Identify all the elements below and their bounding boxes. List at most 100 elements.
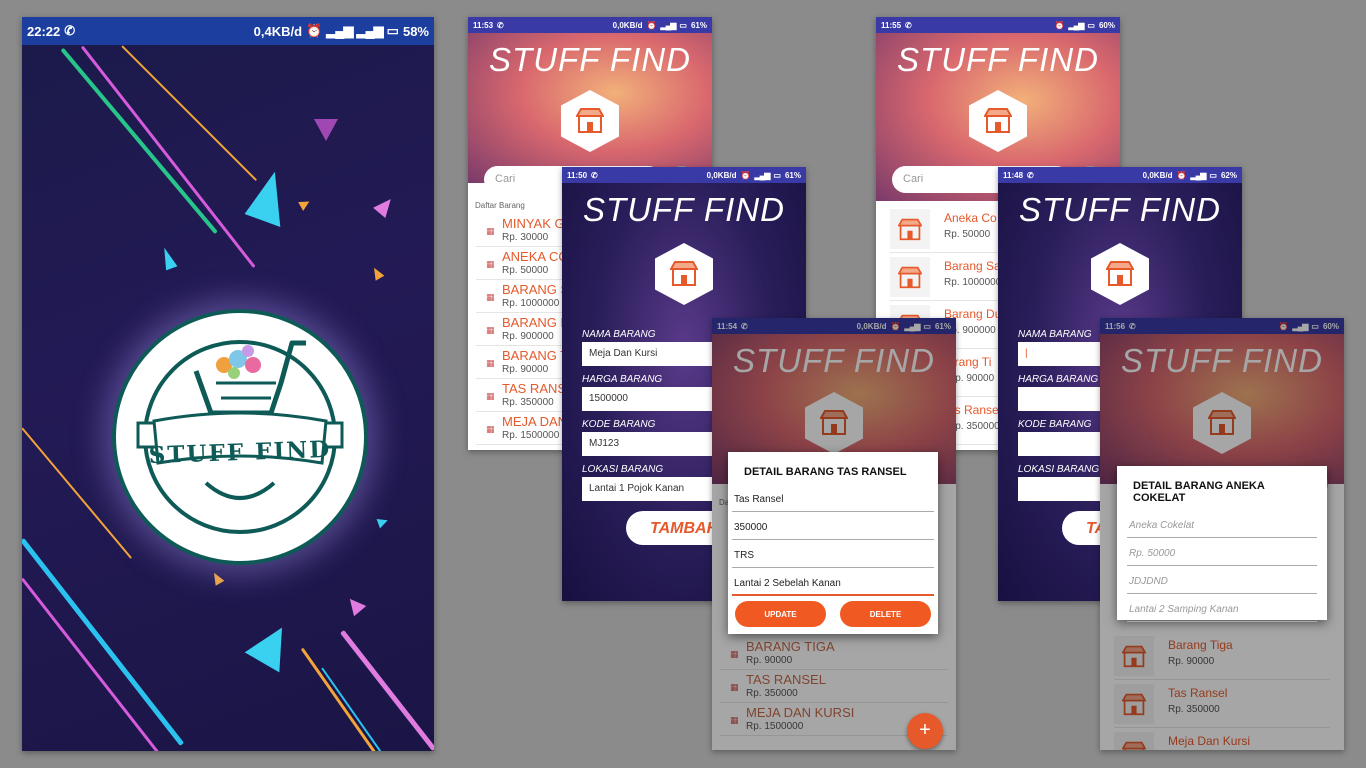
add-fab-button[interactable]: + <box>907 713 943 749</box>
store-icon: ▦ <box>486 259 495 269</box>
app-logo: STUFF FIND <box>112 309 368 565</box>
item-name: as Ransel <box>948 403 1002 417</box>
item-detail-dialog-screen: 11:54 ✆ 0,0KB/d ⏰ ▂▄▆ ▭ 61% STUFF FIND Da ▦ BA… <box>712 318 956 750</box>
update-button[interactable]: UPDATE <box>735 601 826 627</box>
status-time: 11:55 <box>881 20 902 30</box>
status-time: 22:22 <box>27 23 61 39</box>
decor-shard <box>373 193 397 219</box>
item-name: ANEKA CO <box>502 249 569 264</box>
item-name: TAS RANS <box>502 381 567 396</box>
battery-icon: ▭ <box>773 170 781 180</box>
dialog-input-field[interactable]: Lantai 2 Samping Kanan <box>1127 594 1317 622</box>
app-title: STUFF FIND <box>583 191 785 228</box>
dialog-input-field[interactable]: 350000 <box>732 512 934 540</box>
decor-shard <box>158 245 178 271</box>
dialog-fields: Tas Ransel 350000 TRS Lantai 2 Sebelah Kana… <box>728 484 938 596</box>
decor-shard <box>343 593 367 617</box>
dialog-input-field[interactable]: Lantai 2 Sebelah Kanan <box>732 568 934 596</box>
battery-percent: 61% <box>784 170 801 180</box>
item-name: BARANG S <box>502 282 570 297</box>
decor-streak <box>80 45 256 269</box>
alarm-icon: ⏰ <box>306 23 323 38</box>
detail-dialog: DETAIL BARANG TAS RANSEL Tas Ransel 35000… <box>728 452 938 634</box>
dialog-title: DETAIL BARANG TAS RANSEL <box>744 466 907 478</box>
store-icon <box>898 218 922 241</box>
status-bar: 22:22 ✆ 0,4KB/d ⏰ ▂▄▆ ▂▄▆ ▭ 58% <box>22 17 434 45</box>
battery-percent: 62% <box>1220 170 1237 180</box>
signal-icon: ▂▄▆ <box>1190 170 1206 180</box>
status-time: 11:53 <box>473 20 494 30</box>
item-price: Rp. 50000 <box>502 265 549 276</box>
decor-streak <box>22 577 171 751</box>
status-bar: 11:53 ✆ 0,0KB/d ⏰ ▂▄▆ ▭ 61% <box>468 17 712 33</box>
item-name: BARANG D <box>502 315 570 330</box>
item-price: Rp. 1500000 <box>502 430 560 441</box>
store-icon <box>1106 261 1134 286</box>
app-title: STUFF FIND <box>897 41 1099 78</box>
store-icon: ▦ <box>486 391 495 401</box>
alarm-icon: ⏰ <box>1176 170 1187 180</box>
alarm-icon: ⏰ <box>740 170 751 180</box>
whatsapp-icon: ✆ <box>1027 170 1034 180</box>
item-price: Rp. 1000000 <box>944 277 1002 288</box>
store-logo <box>561 90 619 152</box>
store-icon <box>984 108 1012 133</box>
detail-dialog: DETAIL BARANG ANEKA COKELAT Aneka Cokela… <box>1117 466 1327 622</box>
item-price: Rp. 30000 <box>502 232 549 243</box>
decor-shard <box>209 570 225 586</box>
whatsapp-icon: ✆ <box>905 20 912 30</box>
whatsapp-icon: ✆ <box>64 23 76 38</box>
store-icon: ▦ <box>486 424 495 434</box>
dialog-input-field[interactable]: Tas Ransel <box>732 484 934 512</box>
splash-screen: 22:22 ✆ 0,4KB/d ⏰ ▂▄▆ ▂▄▆ ▭ 58% STUFF FI… <box>22 17 434 751</box>
store-icon <box>670 261 698 286</box>
status-bar: 11:50 ✆ 0,0KB/d ⏰ ▂▄▆ ▭ 61% <box>562 167 806 183</box>
item-detail-dialog-screen-2: 11:56✆ ⏰▂▄▆▭60% STUFF FIND Cari Barang T… <box>1100 318 1344 750</box>
item-thumbnail <box>890 209 930 249</box>
item-price: Rp. 1000000 <box>502 298 560 309</box>
signal-icon: ▂▄▆ <box>754 170 770 180</box>
dialog-input-field[interactable]: Rp. 50000 <box>1127 538 1317 566</box>
status-time: 11:48 <box>1003 170 1024 180</box>
store-icon: ▦ <box>486 358 495 368</box>
item-price: Rp. 350000 <box>502 397 554 408</box>
store-logo <box>1091 243 1149 305</box>
battery-icon: ▭ <box>679 20 687 30</box>
alarm-icon: ⏰ <box>646 20 657 30</box>
network-speed: 0,0KB/d <box>612 20 643 30</box>
battery-icon: ▭ <box>1209 170 1217 180</box>
dialog-title: DETAIL BARANG ANEKA COKELAT <box>1133 480 1265 504</box>
dialog-fields: Aneka Cokelat Rp. 50000 JDJDND Lantai 2 Sam… <box>1117 510 1327 622</box>
store-icon <box>898 266 922 289</box>
battery-icon: ▭ <box>1087 20 1095 30</box>
item-price: Rp. 90000 <box>502 364 549 375</box>
decor-streak <box>60 47 218 235</box>
dialog-input-field[interactable]: Aneka Cokelat <box>1127 510 1317 538</box>
battery-icon: ▭ <box>386 23 399 38</box>
decor-streak <box>22 537 185 746</box>
decor-shard <box>244 617 300 673</box>
item-name: MINYAK G <box>502 216 565 231</box>
whatsapp-icon: ✆ <box>591 170 598 180</box>
status-time: 11:50 <box>567 170 588 180</box>
item-name: Aneka Co <box>944 211 997 225</box>
store-logo <box>969 90 1027 152</box>
delete-button[interactable]: DELETE <box>840 601 931 627</box>
status-bar: 11:48 ✆ 0,0KB/d ⏰ ▂▄▆ ▭ 62% <box>998 167 1242 183</box>
dialog-input-field[interactable]: JDJDND <box>1127 566 1317 594</box>
item-price: Rp. 900000 <box>502 331 554 342</box>
header-banner: STUFF FIND Cari <box>468 33 712 194</box>
item-name: MEJA DAN <box>502 414 568 429</box>
signal-icon: ▂▄▆ <box>660 20 676 30</box>
dialog-input-field[interactable]: TRS <box>732 540 934 568</box>
store-logo <box>655 243 713 305</box>
store-icon: ▦ <box>486 325 495 335</box>
decor-shard <box>298 197 312 211</box>
app-title: STUFF FIND <box>489 41 691 78</box>
network-speed: 0,0KB/d <box>1142 170 1173 180</box>
status-bar: 11:55 ✆ ⏰ ▂▄▆ ▭ 60% <box>876 17 1120 33</box>
decor-streak <box>340 629 434 751</box>
decor-shard <box>376 515 390 529</box>
network-speed: 0,0KB/d <box>706 170 737 180</box>
signal-icon: ▂▄▆ <box>1068 20 1084 30</box>
